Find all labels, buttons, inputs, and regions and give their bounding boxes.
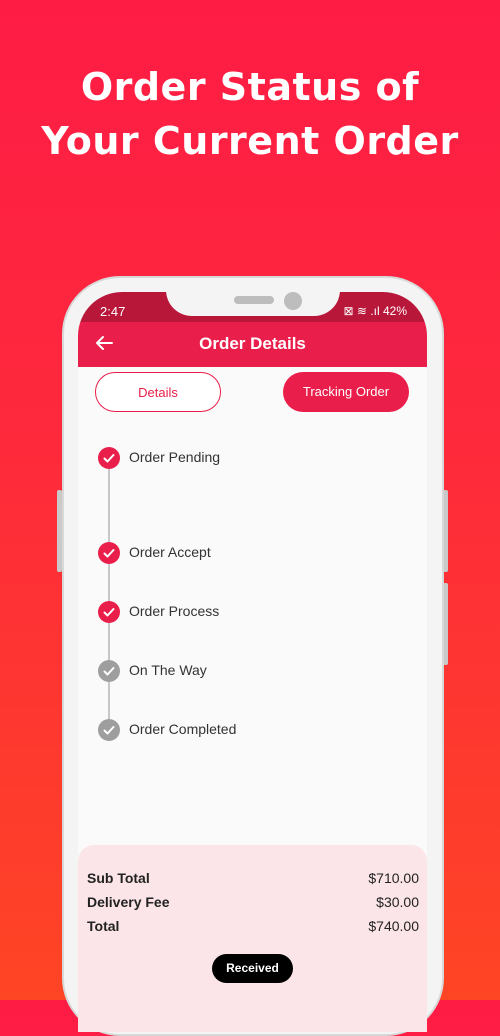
check-circle-icon	[98, 447, 120, 469]
step-label: Order Process	[129, 603, 220, 619]
subtotal-value: $710.00	[368, 870, 419, 886]
order-summary-panel: Sub Total $710.00 Delivery Fee $30.00 To…	[78, 845, 427, 1032]
step-label: Order Accept	[129, 544, 211, 560]
promo-line-2: Your Current Order	[41, 119, 459, 163]
subtotal-label: Sub Total	[87, 870, 150, 886]
check-circle-icon	[98, 542, 120, 564]
step-label: Order Completed	[129, 721, 237, 737]
phone-notch	[166, 292, 340, 316]
page-title: Order Details	[199, 334, 306, 353]
phone-screen: 2:47 ⊠ ≋ .ıl 42% Order Details Details T…	[78, 292, 427, 1032]
check-circle-icon	[98, 601, 120, 623]
promo-headline: Order Status of Your Current Order	[0, 60, 500, 168]
front-camera	[284, 292, 302, 310]
total-value: $740.00	[368, 918, 419, 934]
timeline-connector	[108, 623, 110, 660]
check-circle-icon	[98, 719, 120, 741]
check-circle-icon	[98, 660, 120, 682]
step-label: On The Way	[129, 662, 207, 678]
timeline-connector	[108, 682, 110, 719]
status-indicators: ⊠ ≋ .ıl 42%	[343, 304, 407, 318]
status-time: 2:47	[100, 304, 126, 319]
tab-details[interactable]: Details	[95, 372, 221, 412]
speaker-grille	[234, 296, 274, 304]
timeline-connector	[108, 564, 110, 601]
app-bar: Order Details	[78, 322, 427, 367]
received-status-button[interactable]: Received	[212, 954, 293, 983]
total-label: Total	[87, 918, 120, 934]
delivery-fee-label: Delivery Fee	[87, 894, 170, 910]
step-label: Order Pending	[129, 449, 221, 465]
timeline-connector	[108, 469, 110, 542]
tab-tracking-order[interactable]: Tracking Order	[283, 372, 409, 412]
delivery-fee-value: $30.00	[376, 894, 419, 910]
promo-line-1: Order Status of	[80, 65, 420, 109]
